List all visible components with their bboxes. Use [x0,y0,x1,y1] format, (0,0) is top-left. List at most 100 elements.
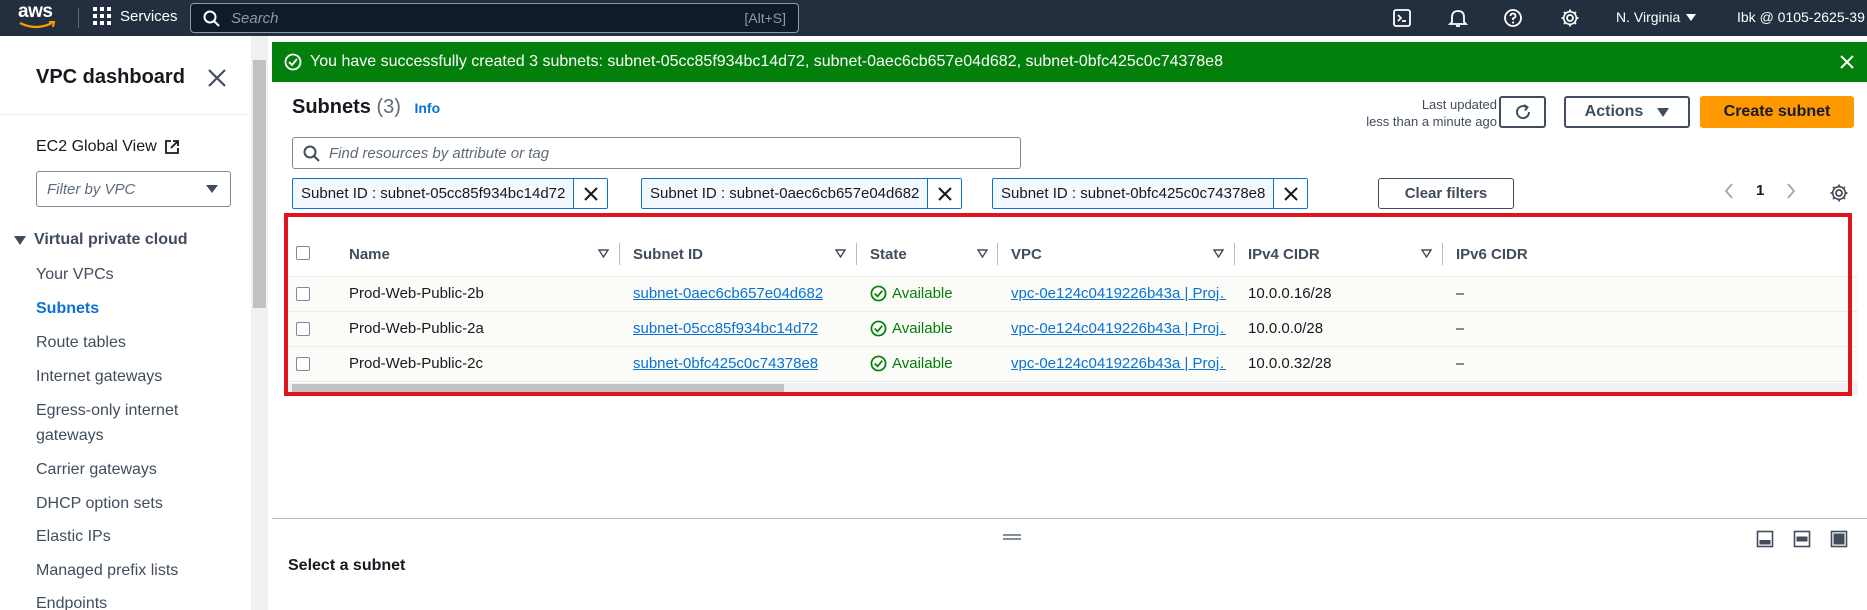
table-row[interactable]: Prod-Web-Public-2b subnet-0aec6cb657e04d… [286,277,1858,312]
sort-icon[interactable] [977,249,988,258]
cell-vpc-link[interactable]: vpc-0e124c0419226b43a | Proj… [1011,320,1226,337]
sidebar-item-route-tables[interactable]: Route tables [36,330,206,355]
sort-icon[interactable] [598,249,609,258]
cell-state: Available [870,285,953,302]
table-horizontal-scrollbar[interactable] [286,383,1858,395]
actions-button[interactable]: Actions [1564,96,1690,128]
cloudshell-icon[interactable] [1392,8,1412,28]
side-navigation: VPC dashboard EC2 Global View Filter by … [0,36,250,610]
clear-filters-button[interactable]: Clear filters [1378,178,1514,209]
caret-down-icon [1686,13,1697,21]
table-scrollbar-thumb[interactable] [292,384,784,394]
sidebar-item-subnets[interactable]: Subnets [36,296,206,321]
find-resources-input[interactable]: Find resources by attribute or tag [292,137,1021,169]
column-header-state[interactable]: State [870,246,907,263]
filter-token-label: Subnet ID : subnet-05cc85f934bc14d72 [301,185,566,202]
column-header-subnet-id[interactable]: Subnet ID [633,246,703,263]
sidebar-item-dhcp-option-sets[interactable]: DHCP option sets [36,491,206,516]
subnets-panel: Subnets (3) Info Last updated less than … [272,82,1867,518]
cell-ipv6-cidr: – [1456,285,1465,302]
close-icon[interactable] [1839,54,1855,70]
cell-ipv4-cidr: 10.0.0.32/28 [1248,355,1332,372]
region-label: N. Virginia [1616,9,1681,25]
panel-position-full-icon[interactable] [1830,530,1848,548]
sidebar-item-managed-prefix-lists[interactable]: Managed prefix lists [36,558,206,583]
help-icon[interactable] [1503,8,1523,28]
split-panel-empty-label: Select a subnet [288,557,406,574]
filter-by-vpc-select[interactable]: Filter by VPC [36,171,231,207]
cell-state: Available [870,355,953,372]
sort-icon[interactable] [1213,249,1224,258]
sort-icon[interactable] [835,249,846,258]
panel-position-side-icon[interactable] [1793,530,1811,548]
close-icon[interactable] [206,67,228,89]
sidebar-item-your-vpcs[interactable]: Your VPCs [36,262,206,287]
remove-filter-button[interactable] [1273,179,1308,208]
refresh-button[interactable] [1499,96,1546,128]
sidebar-item-endpoints[interactable]: Endpoints [36,591,206,610]
table-row[interactable]: Prod-Web-Public-2a subnet-05cc85f934bc14… [286,312,1858,347]
cell-state-label: Available [892,355,953,372]
aws-logo[interactable]: aws [18,1,58,32]
preferences-gear-icon[interactable] [1829,183,1849,203]
column-resizer[interactable] [856,243,857,265]
global-search-input[interactable]: Search [Alt+S] [190,3,799,33]
last-updated-label: Last updated [1421,97,1497,112]
row-checkbox[interactable] [296,357,310,371]
column-header-ipv4-cidr[interactable]: IPv4 CIDR [1248,246,1320,263]
column-header-vpc[interactable]: VPC [1011,246,1042,263]
search-shortcut-hint: [Alt+S] [744,10,786,26]
success-icon [870,320,887,337]
column-header-name[interactable]: Name [349,246,390,263]
sidebar-section-label: Virtual private cloud [34,231,188,248]
account-menu[interactable]: Ibk @ 0105-2625-39 [1737,9,1865,25]
cell-subnet-id-link[interactable]: subnet-05cc85f934bc14d72 [633,320,818,337]
close-icon [1284,186,1298,201]
success-flash-bar: You have successfully created 3 subnets:… [272,42,1867,82]
column-resizer[interactable] [619,243,620,265]
create-subnet-button[interactable]: Create subnet [1700,96,1854,128]
column-resizer[interactable] [997,243,998,265]
sidebar-item-carrier-gateways[interactable]: Carrier gateways [36,457,206,482]
bell-icon[interactable] [1448,8,1468,28]
row-checkbox[interactable] [296,287,310,301]
remove-filter-button[interactable] [927,179,962,208]
info-link[interactable]: Info [414,100,440,116]
subnets-table: Name Subnet ID State VPC IPv4 CIDR IPv6 … [286,229,1858,395]
sidebar-title[interactable]: VPC dashboard [36,66,185,89]
filter-token: Subnet ID : subnet-05cc85f934bc14d72 [292,178,609,209]
row-checkbox[interactable] [296,322,310,336]
gear-icon[interactable] [1560,8,1580,28]
panel-position-bottom-icon[interactable] [1756,530,1774,548]
table-row[interactable]: Prod-Web-Public-2c subnet-0bfc425c0c7437… [286,347,1858,382]
column-header-ipv6-cidr[interactable]: IPv6 CIDR [1456,246,1528,263]
sidebar-section-vpc[interactable]: Virtual private cloud [14,231,188,249]
chevron-left-icon[interactable] [1724,182,1734,199]
drag-handle-icon[interactable] [1002,533,1022,541]
select-all-checkbox[interactable] [296,246,310,260]
sort-icon[interactable] [1421,249,1432,258]
search-icon [203,10,220,27]
region-selector[interactable]: N. Virginia [1616,9,1697,25]
cell-name: Prod-Web-Public-2a [349,320,484,337]
services-menu-button[interactable]: Services [92,6,178,26]
sidebar-scrollbar-thumb[interactable] [253,60,266,308]
sidebar-item-elastic-ips[interactable]: Elastic IPs [36,524,206,549]
search-placeholder: Search [231,9,279,27]
cell-subnet-id-link[interactable]: subnet-0aec6cb657e04d682 [633,285,823,302]
current-page[interactable]: 1 [1756,182,1764,199]
aws-logo-text: aws [18,1,53,22]
sidebar-item-internet-gateways[interactable]: Internet gateways [36,364,206,389]
filter-token-label: Subnet ID : subnet-0aec6cb657e04d682 [650,185,920,202]
sidebar-item-egress-only-internet-gateways[interactable]: Egress-only internet gateways [36,398,206,448]
filter-by-vpc-placeholder: Filter by VPC [47,180,136,198]
cell-vpc-link[interactable]: vpc-0e124c0419226b43a | Proj… [1011,285,1226,302]
cell-vpc-link[interactable]: vpc-0e124c0419226b43a | Proj… [1011,355,1226,372]
pagination: 1 [1724,182,1796,199]
remove-filter-button[interactable] [573,179,608,208]
cell-subnet-id-link[interactable]: subnet-0bfc425c0c74378e8 [633,355,818,372]
column-resizer[interactable] [1442,243,1443,265]
column-resizer[interactable] [1234,243,1235,265]
chevron-right-icon[interactable] [1786,182,1796,199]
ec2-global-view-link[interactable]: EC2 Global View [36,138,180,156]
